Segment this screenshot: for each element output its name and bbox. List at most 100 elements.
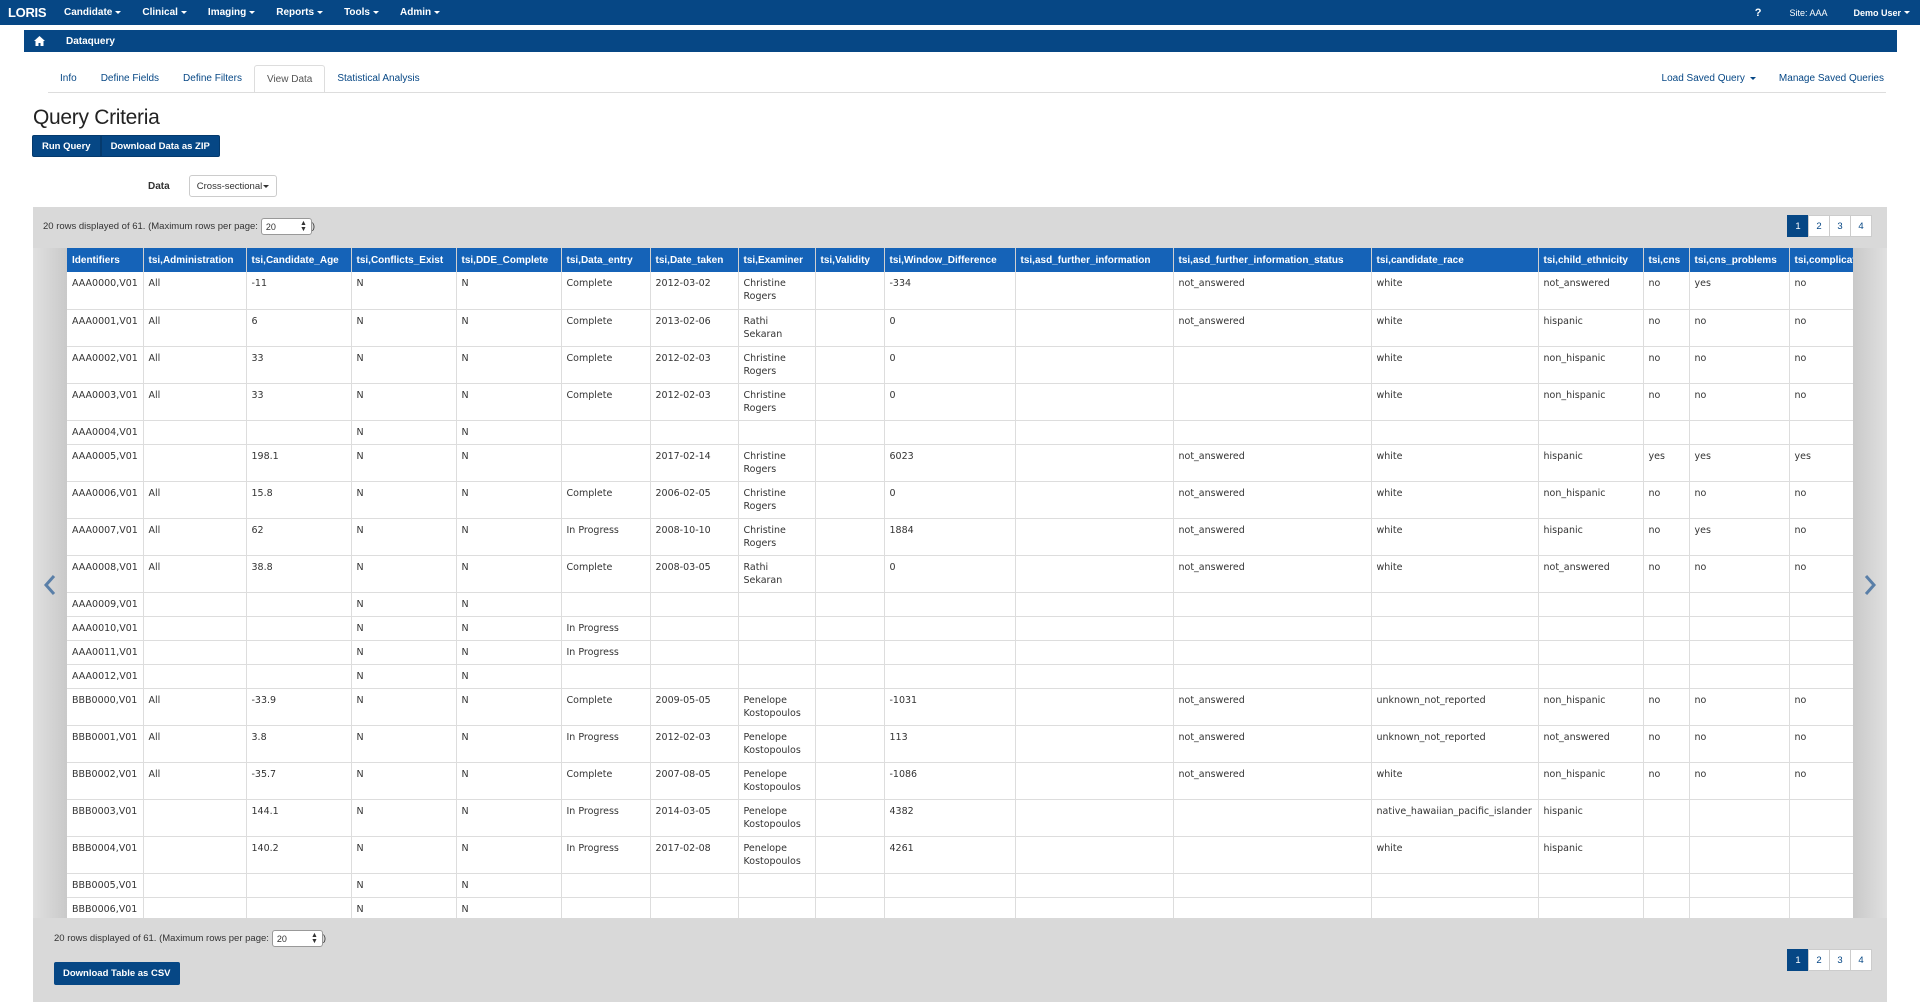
- tab-define-fields[interactable]: Define Fields: [89, 65, 171, 93]
- table-cell: [246, 420, 352, 445]
- table-cell: Complete: [561, 309, 651, 347]
- table-cell: [815, 725, 885, 763]
- brand-logo[interactable]: LORIS: [0, 5, 64, 20]
- menu-reports[interactable]: Reports: [276, 7, 324, 18]
- table-row: AAA0003,V01 All 33 N N Complete 2012-02-03 Chri…: [67, 383, 1853, 421]
- table-cell: 2009-05-05: [650, 688, 739, 726]
- column-header[interactable]: tsi,candidate_race: [1371, 248, 1539, 272]
- table-cell: 2006-02-05: [650, 481, 739, 519]
- column-header[interactable]: tsi,Candidate_Age: [246, 248, 352, 272]
- table-cell: N: [456, 444, 562, 482]
- table-cell: no: [1643, 518, 1690, 556]
- run-query-button[interactable]: Run Query: [32, 135, 101, 157]
- page-button[interactable]: 3: [1829, 949, 1851, 971]
- help-icon[interactable]: ?: [1755, 7, 1762, 19]
- column-header[interactable]: tsi,Date_taken: [650, 248, 739, 272]
- column-header[interactable]: tsi,asd_further_information_status: [1173, 248, 1372, 272]
- table-cell: All: [143, 272, 247, 310]
- page-button[interactable]: 3: [1829, 215, 1851, 237]
- table-cell: 144.1: [246, 799, 352, 837]
- tab-define-filters[interactable]: Define Filters: [171, 65, 254, 93]
- table-cell: N: [351, 664, 457, 689]
- table-cell: non_hispanic: [1538, 383, 1644, 421]
- table-cell: 2012-02-03: [650, 383, 739, 421]
- table-row: AAA0011,V01 N N In Progress: [67, 640, 1853, 665]
- table-cell: Penelope Kostopoulos: [738, 762, 816, 800]
- menu-admin[interactable]: Admin: [400, 7, 441, 18]
- column-header[interactable]: tsi,Conflicts_Exist: [351, 248, 457, 272]
- load-saved-query-dropdown[interactable]: Load Saved Query: [1662, 73, 1756, 84]
- breadcrumb-current[interactable]: Dataquery: [66, 36, 115, 47]
- table-cell: [884, 664, 1016, 689]
- table-cell: no: [1789, 346, 1853, 384]
- data-type-select[interactable]: Cross-sectional: [189, 175, 277, 197]
- download-csv-button[interactable]: Download Table as CSV: [54, 962, 180, 985]
- table-cell: [1173, 420, 1372, 445]
- page-button[interactable]: 4: [1850, 949, 1872, 971]
- column-header[interactable]: tsi,Validity: [815, 248, 885, 272]
- table-cell: [815, 272, 885, 310]
- home-icon[interactable]: [30, 36, 48, 46]
- page-button[interactable]: 2: [1808, 215, 1830, 237]
- results-table-container[interactable]: Identifiers tsi,Administration tsi,Candida…: [67, 248, 1853, 918]
- chevron-left-icon[interactable]: [38, 568, 62, 602]
- table-cell: white: [1371, 518, 1539, 556]
- table-cell: N: [456, 688, 562, 726]
- menu-imaging[interactable]: Imaging: [207, 7, 256, 18]
- tab-view-data[interactable]: View Data: [253, 65, 326, 93]
- table-cell: no: [1689, 762, 1790, 800]
- tab-statistical-analysis[interactable]: Statistical Analysis: [325, 65, 431, 93]
- column-header[interactable]: tsi,Data_entry: [561, 248, 651, 272]
- table-cell: no: [1643, 555, 1690, 593]
- caret-down-icon: [1749, 77, 1756, 80]
- rows-per-page-select[interactable]: 20 ▲ ▼: [260, 218, 312, 235]
- column-header[interactable]: tsi,asd_further_information: [1015, 248, 1174, 272]
- table-cell: Complete: [561, 383, 651, 421]
- user-menu[interactable]: Demo User: [1853, 8, 1910, 18]
- page-button[interactable]: 1: [1787, 215, 1809, 237]
- column-header[interactable]: tsi,Administration: [143, 248, 247, 272]
- column-header[interactable]: tsi,complications: [1789, 248, 1853, 272]
- table-cell: N: [351, 309, 457, 347]
- chevron-right-icon[interactable]: [1858, 568, 1882, 602]
- table-cell: [1015, 836, 1174, 874]
- table-cell: 198.1: [246, 444, 352, 482]
- column-header[interactable]: tsi,child_ethnicity: [1538, 248, 1644, 272]
- table-cell: white: [1371, 346, 1539, 384]
- column-header[interactable]: Identifiers: [67, 248, 144, 272]
- menu-label: Imaging: [207, 7, 247, 18]
- column-header[interactable]: tsi,Examiner: [738, 248, 816, 272]
- rows-per-page-select[interactable]: 20 ▲ ▼: [271, 930, 323, 947]
- column-header[interactable]: tsi,cns: [1643, 248, 1690, 272]
- manage-saved-queries-link[interactable]: Manage Saved Queries: [1779, 73, 1884, 84]
- page-button[interactable]: 1: [1787, 949, 1809, 971]
- menu-clinical[interactable]: Clinical: [142, 7, 187, 18]
- menu-candidate[interactable]: Candidate: [64, 7, 122, 18]
- table-cell: Penelope Kostopoulos: [738, 688, 816, 726]
- page-button[interactable]: 4: [1850, 215, 1872, 237]
- page-button[interactable]: 2: [1808, 949, 1830, 971]
- download-zip-button[interactable]: Download Data as ZIP: [100, 135, 220, 157]
- table-cell: All: [143, 518, 247, 556]
- table-cell: N: [456, 897, 562, 918]
- table-cell: N: [456, 762, 562, 800]
- table-cell: BBB0001,V01: [67, 725, 144, 763]
- table-cell: AAA0012,V01: [67, 664, 144, 689]
- column-header[interactable]: tsi,cns_problems: [1689, 248, 1790, 272]
- column-header[interactable]: tsi,Window_Difference: [884, 248, 1016, 272]
- table-cell: [738, 664, 816, 689]
- table-cell: [1371, 664, 1539, 689]
- table-cell: N: [351, 555, 457, 593]
- table-cell: [815, 688, 885, 726]
- table-cell: [143, 592, 247, 617]
- table-cell: [1015, 897, 1174, 918]
- table-cell: 3.8: [246, 725, 352, 763]
- table-cell: AAA0010,V01: [67, 616, 144, 641]
- table-cell: All: [143, 762, 247, 800]
- table-cell: [246, 897, 352, 918]
- column-header[interactable]: tsi,DDE_Complete: [456, 248, 562, 272]
- pagination-top: 1 2 3 4: [1787, 215, 1872, 237]
- tab-info[interactable]: Info: [48, 65, 89, 93]
- table-cell: [738, 420, 816, 445]
- menu-tools[interactable]: Tools: [344, 7, 379, 18]
